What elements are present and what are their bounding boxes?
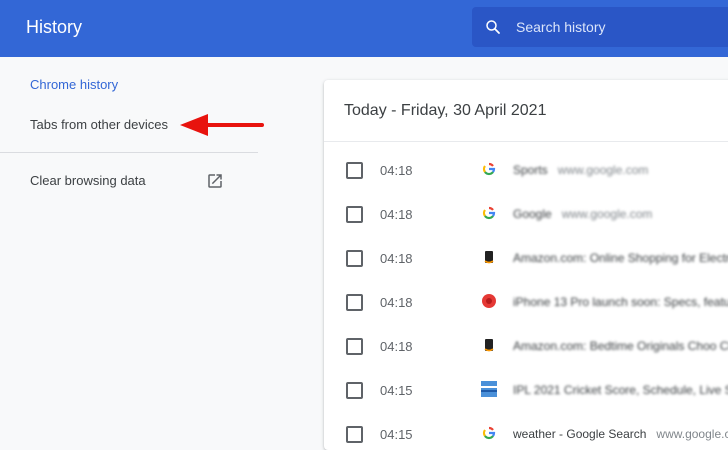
toolbar-header: History <box>0 0 728 57</box>
entry-title-text: iPhone 13 Pro launch soon: Specs, featur… <box>513 295 728 309</box>
entry-title[interactable]: iPhone 13 Pro launch soon: Specs, featur… <box>513 295 728 309</box>
open-in-new-icon <box>208 174 222 188</box>
entry-checkbox[interactable] <box>346 338 363 355</box>
clear-browsing-data-label: Clear browsing data <box>30 173 146 188</box>
entry-title[interactable]: weather - Google Search www.google.com <box>513 427 728 441</box>
google-icon <box>482 162 496 176</box>
amazon-icon <box>484 339 494 352</box>
red-arrow-icon <box>180 114 264 136</box>
entry-title-text: Google <box>513 207 552 221</box>
entry-time: 04:18 <box>380 163 413 178</box>
entry-checkbox[interactable] <box>346 426 363 443</box>
history-entry[interactable]: 04:18 Amazon.com: Online Shopping for El… <box>324 236 728 280</box>
entry-domain: www.google.com <box>656 427 728 441</box>
history-entry[interactable]: 04:18 Sports www.google.com <box>324 148 728 192</box>
entry-title[interactable]: Amazon.com: Bedtime Originals Choo Choo <box>513 339 728 353</box>
card-divider <box>324 141 728 142</box>
entry-checkbox[interactable] <box>346 250 363 267</box>
page-title: History <box>26 17 83 37</box>
history-entry[interactable]: 04:15 IPL 2021 Cricket Score, Schedule, … <box>324 368 728 412</box>
entry-title-text: weather - Google Search <box>513 427 647 441</box>
entry-time: 04:18 <box>380 295 413 310</box>
search-box[interactable] <box>472 7 728 47</box>
entry-time: 04:18 <box>380 339 413 354</box>
entry-title[interactable]: Sports www.google.com <box>513 163 648 177</box>
sidebar-item-chrome-history[interactable]: Chrome history <box>30 77 118 92</box>
entry-title-text: Sports <box>513 163 548 177</box>
red-circle-icon <box>482 294 496 308</box>
history-entry[interactable]: 04:18 Google www.google.com <box>324 192 728 236</box>
entry-title[interactable]: IPL 2021 Cricket Score, Schedule, Live S… <box>513 383 728 397</box>
history-entry[interactable]: 04:15 weather - Google Search www.google.… <box>324 412 728 450</box>
sidebar-item-tabs-from-other-devices[interactable]: Tabs from other devices <box>30 117 168 132</box>
history-list: 04:18 Sports www.google.com 04:18 Google <box>324 148 728 450</box>
entry-title[interactable]: Google www.google.com <box>513 207 652 221</box>
entry-title[interactable]: Amazon.com: Online Shopping for Electron… <box>513 251 728 265</box>
cricket-icon <box>481 381 497 397</box>
entry-checkbox[interactable] <box>346 206 363 223</box>
amazon-icon <box>484 251 494 264</box>
entry-time: 04:18 <box>380 251 413 266</box>
entry-checkbox[interactable] <box>346 382 363 399</box>
entry-checkbox[interactable] <box>346 162 363 179</box>
google-icon <box>482 206 496 220</box>
google-icon <box>482 426 496 440</box>
clear-browsing-data-link[interactable]: Clear browsing data <box>30 173 230 195</box>
search-input[interactable] <box>516 7 721 47</box>
entry-time: 04:15 <box>380 383 413 398</box>
search-icon[interactable] <box>484 18 502 36</box>
history-entry[interactable]: 04:18 Amazon.com: Bedtime Originals Choo… <box>324 324 728 368</box>
entry-domain: www.google.com <box>561 207 653 221</box>
entry-time: 04:18 <box>380 207 413 222</box>
entry-title-text: IPL 2021 Cricket Score, Schedule, Live S… <box>513 383 728 397</box>
entry-checkbox[interactable] <box>346 294 363 311</box>
sidebar-divider <box>0 152 258 153</box>
entry-title-text: Amazon.com: Bedtime Originals Choo Choo <box>513 339 728 353</box>
entry-time: 04:15 <box>380 427 413 442</box>
entry-title-text: Amazon.com: Online Shopping for Electron… <box>513 251 728 265</box>
history-card: Today - Friday, 30 April 2021 04:18 Spor… <box>324 80 728 450</box>
history-entry[interactable]: 04:18 iPhone 13 Pro launch soon: Specs, … <box>324 280 728 324</box>
entry-domain: www.google.com <box>557 163 649 177</box>
date-heading: Today - Friday, 30 April 2021 <box>344 102 547 119</box>
